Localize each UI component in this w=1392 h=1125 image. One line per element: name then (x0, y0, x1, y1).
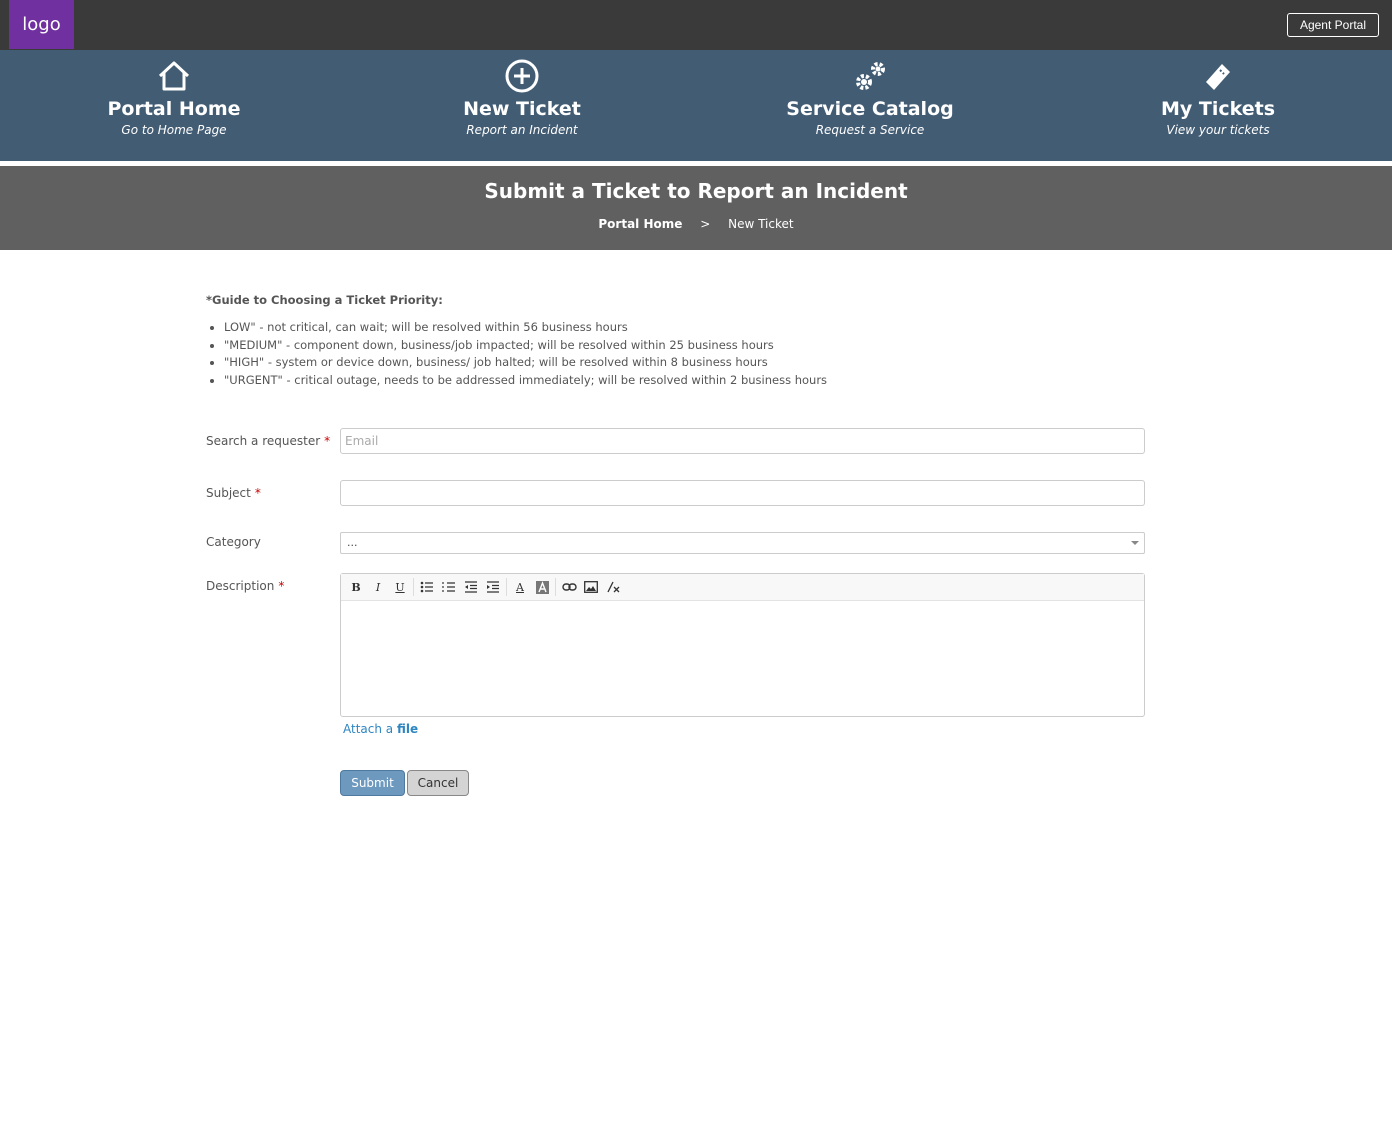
clear-formatting-button[interactable] (602, 577, 624, 597)
nav-item-my-tickets[interactable]: My Tickets View your tickets (1044, 50, 1392, 161)
description-label: Description * (206, 579, 284, 593)
font-color-button[interactable]: A (509, 577, 531, 597)
nav-title: Portal Home (107, 98, 241, 120)
plus-circle-icon (504, 58, 540, 94)
description-editor: B I U A (340, 573, 1145, 717)
page-title: Submit a Ticket to Report an Incident (484, 179, 908, 203)
indent-button[interactable] (482, 577, 504, 597)
nav-item-new-ticket[interactable]: New Ticket Report an Incident (348, 50, 696, 161)
numbered-list-button[interactable] (438, 577, 460, 597)
indent-icon (487, 581, 499, 593)
category-select[interactable]: ... (340, 532, 1145, 554)
editor-toolbar: B I U A (341, 574, 1144, 601)
requester-label: Search a requester * (206, 434, 330, 448)
main-nav: Portal Home Go to Home Page New Ticket R… (0, 50, 1392, 161)
clear-formatting-icon (607, 581, 620, 593)
label-text: Category (206, 535, 261, 549)
list-item: LOW" - not critical, can wait; will be r… (224, 319, 1006, 337)
category-label: Category (206, 535, 261, 549)
numbered-list-icon (442, 582, 455, 592)
label-text: Description (206, 579, 275, 593)
description-textarea[interactable] (341, 601, 1144, 716)
nav-subtitle: View your tickets (1166, 123, 1270, 137)
breadcrumb: Portal Home > New Ticket (0, 217, 1392, 231)
toolbar-divider (555, 578, 556, 596)
breadcrumb-separator: > (700, 217, 711, 231)
list-item: "HIGH" - system or device down, business… (224, 354, 1006, 372)
nav-item-portal-home[interactable]: Portal Home Go to Home Page (0, 50, 348, 161)
logo[interactable]: logo (9, 0, 74, 49)
toolbar-divider (506, 578, 507, 596)
italic-button[interactable]: I (367, 577, 389, 597)
cancel-button[interactable]: Cancel (407, 770, 469, 796)
attach-prefix: Attach a (343, 722, 394, 736)
required-mark: * (324, 434, 331, 448)
list-item: "URGENT" - critical outage, needs to be … (224, 372, 1006, 390)
subject-input[interactable] (340, 480, 1145, 506)
nav-subtitle: Report an Incident (466, 123, 578, 137)
guide-title: *Guide to Choosing a Ticket Priority: (206, 293, 443, 307)
breadcrumb-home-link[interactable]: Portal Home (598, 217, 682, 231)
ticket-icon (1200, 58, 1236, 94)
background-color-icon (535, 580, 549, 594)
chevron-down-icon (1131, 541, 1139, 545)
top-bar: logo Agent Portal (0, 0, 1392, 50)
agent-portal-button[interactable]: Agent Portal (1286, 13, 1379, 37)
label-text: Search a requester (206, 434, 321, 448)
nav-title: Service Catalog (786, 98, 954, 120)
outdent-button[interactable] (460, 577, 482, 597)
category-value: ... (347, 536, 358, 549)
home-icon (156, 58, 192, 94)
insert-image-button[interactable] (580, 577, 602, 597)
nav-item-service-catalog[interactable]: Service Catalog Request a Service (696, 50, 1044, 161)
nav-subtitle: Go to Home Page (121, 123, 227, 137)
nav-title: New Ticket (463, 98, 581, 120)
bold-button[interactable]: B (345, 577, 367, 597)
insert-link-button[interactable] (558, 577, 580, 597)
image-icon (584, 581, 598, 593)
page-header: Submit a Ticket to Report an Incident Po… (0, 166, 1392, 250)
guide-list: LOW" - not critical, can wait; will be r… (206, 319, 1006, 389)
bulleted-list-button[interactable] (416, 577, 438, 597)
toolbar-divider (413, 578, 414, 596)
background-color-button[interactable] (531, 577, 553, 597)
required-mark: * (254, 486, 261, 500)
outdent-icon (465, 581, 477, 593)
nav-subtitle: Request a Service (815, 123, 925, 137)
requester-email-input[interactable] (340, 428, 1145, 454)
underline-button[interactable]: U (389, 577, 411, 597)
list-item: "MEDIUM" - component down, business/job … (224, 337, 1006, 355)
priority-guide: *Guide to Choosing a Ticket Priority: LO… (206, 293, 1006, 389)
submit-button[interactable]: Submit (340, 770, 405, 796)
breadcrumb-current: New Ticket (728, 217, 794, 231)
bulleted-list-icon (420, 581, 433, 593)
subject-label: Subject * (206, 486, 261, 500)
link-icon (561, 583, 577, 591)
required-mark: * (278, 579, 285, 593)
label-text: Subject (206, 486, 251, 500)
attach-file-link[interactable]: Attach a file (343, 722, 418, 736)
nav-title: My Tickets (1160, 98, 1276, 120)
gears-icon (852, 58, 888, 94)
attach-file-text: file (396, 722, 419, 736)
